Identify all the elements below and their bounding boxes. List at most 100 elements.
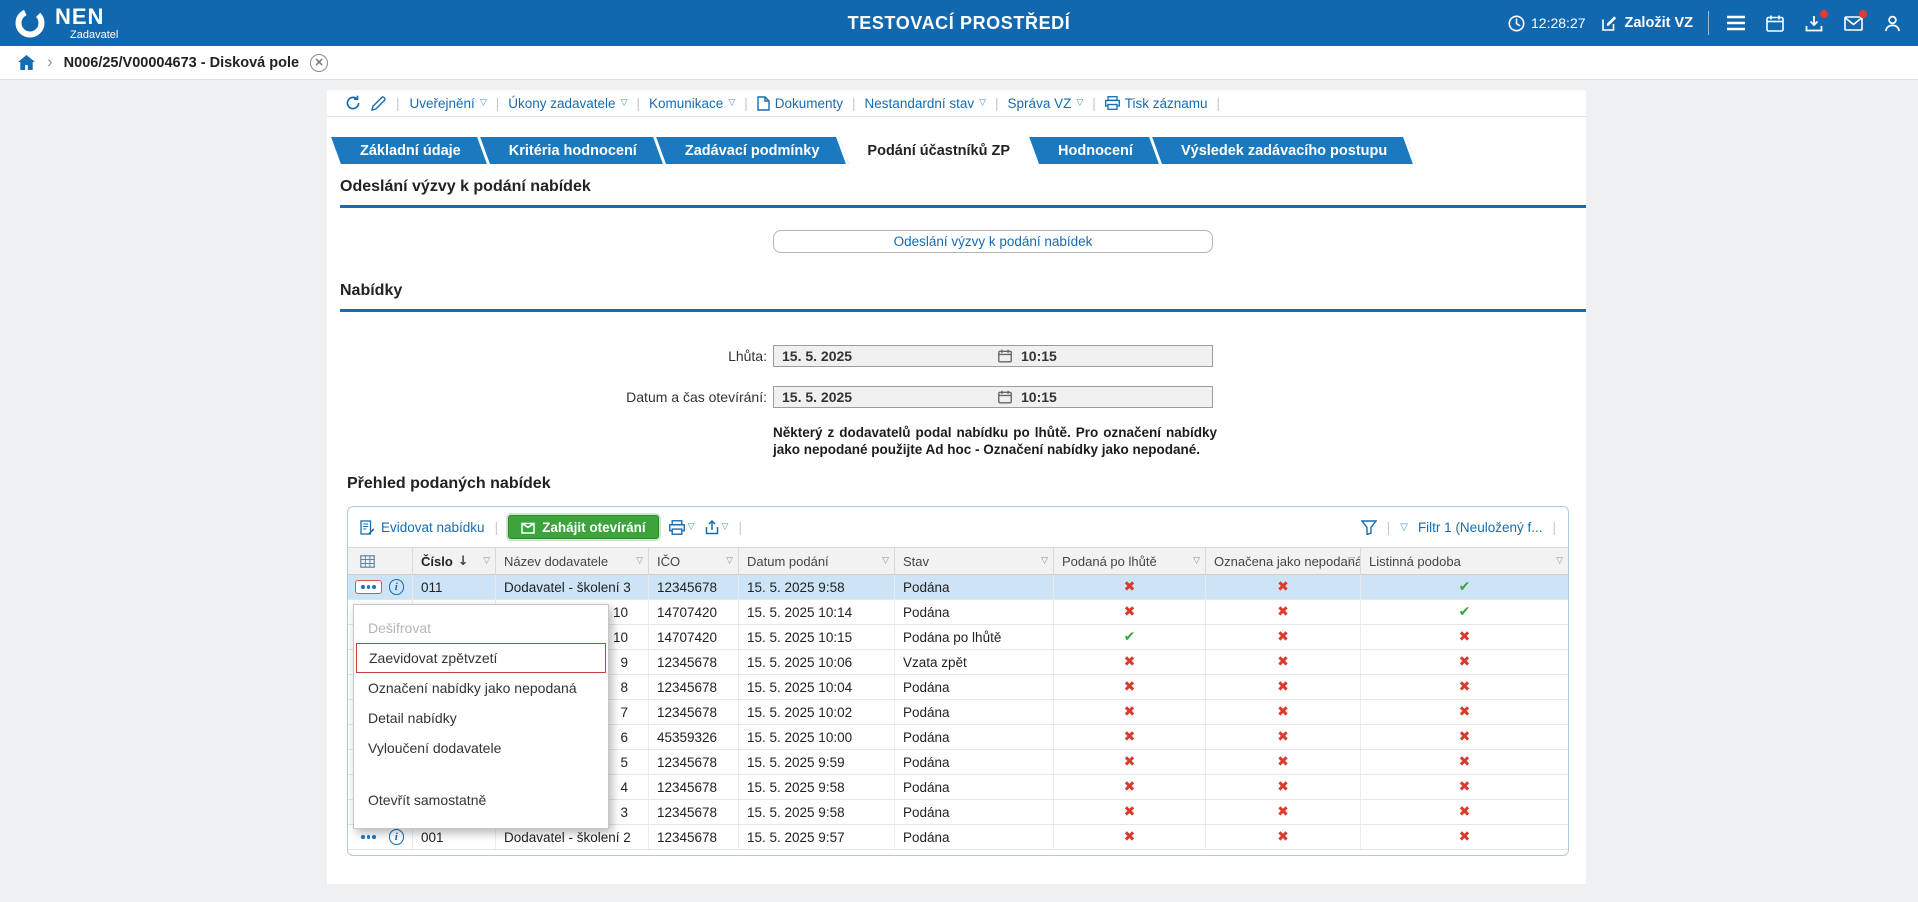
filter-triangle-icon[interactable]: ▽ (1041, 556, 1048, 566)
section-rule (340, 205, 1586, 208)
column-header-cislo[interactable]: Číslo↓▽ (413, 548, 496, 574)
filter-triangle-icon[interactable]: ▽ (1193, 556, 1200, 566)
home-icon[interactable] (17, 54, 36, 71)
column-header-stav[interactable]: Stav▽ (895, 548, 1054, 574)
column-header-ico[interactable]: IČO▽ (649, 548, 739, 574)
row-actions: i (348, 575, 413, 599)
filter-triangle-icon[interactable]: ▽ (1348, 556, 1355, 566)
menu-item-vylouceni-dodavatele[interactable]: Vyloučení dodavatele (354, 733, 608, 763)
cell-paper: ✖ (1361, 750, 1568, 774)
bids-table-header: Číslo↓▽Název dodavatele▽IČO▽Datum podání… (348, 547, 1568, 575)
cross-icon: ✖ (1277, 829, 1289, 845)
cell-ico: 12345678 (649, 825, 739, 849)
cross-icon: ✖ (1459, 654, 1471, 670)
cell-not-submitted: ✖ (1206, 575, 1361, 599)
cell-status: Podána (895, 825, 1054, 849)
print-menu-button[interactable]: ▽ (669, 520, 695, 535)
cross-icon: ✖ (1277, 654, 1289, 670)
tab-vysledek-zadavaciho-postupu[interactable]: Výsledek zadávacího postupu (1157, 137, 1411, 164)
action-tisk-zaznamu[interactable]: Tisk záznamu (1105, 96, 1208, 111)
info-icon[interactable]: i (389, 579, 405, 595)
menu-item-zaevidovat-zpetvzeti[interactable]: Zaevidovat zpětvzetí (356, 643, 606, 673)
menu-icon[interactable] (1724, 11, 1748, 35)
cell-late: ✔ (1054, 625, 1206, 649)
cell-late: ✖ (1054, 700, 1206, 724)
cell-date: 15. 5. 2025 10:14 (739, 600, 895, 624)
opening-field[interactable]: 15. 5. 2025 10:15 (773, 386, 1213, 408)
create-vz-button[interactable]: Založit VZ (1601, 15, 1693, 32)
cell-not-submitted: ✖ (1206, 600, 1361, 624)
send-invitation-button[interactable]: Odeslání výzvy k podání nabídek (773, 230, 1213, 253)
mail-icon[interactable] (1841, 11, 1865, 35)
export-menu-button[interactable]: ▽ (705, 520, 729, 535)
column-header-actions[interactable] (348, 548, 413, 574)
opening-date: 15. 5. 2025 (782, 389, 998, 405)
separator: | (495, 520, 499, 535)
separator: | (1552, 520, 1556, 535)
filter-triangle-icon[interactable]: ▽ (726, 556, 733, 566)
cell-paper: ✖ (1361, 675, 1568, 699)
separator: | (396, 96, 400, 111)
row-menu-icon[interactable] (355, 580, 382, 594)
start-opening-button[interactable]: Zahájit otevírání (508, 515, 659, 539)
cell-supplier: Dodavatel - školení 3 (496, 575, 649, 599)
action-dokumenty[interactable]: Dokumenty (757, 96, 843, 111)
breadcrumb-item[interactable]: N006/25/V00004673 - Disková pole (64, 55, 299, 71)
calendar-icon[interactable] (998, 390, 1012, 404)
download-icon[interactable] (1802, 11, 1826, 35)
menu-item-detail-nabidky[interactable]: Detail nabídky (354, 703, 608, 733)
filter-triangle-icon[interactable]: ▽ (882, 556, 889, 566)
tab-zakladni-udaje[interactable]: Základní údaje (336, 137, 485, 164)
info-icon[interactable]: i (389, 829, 405, 845)
cell-date: 15. 5. 2025 9:58 (739, 775, 895, 799)
cross-icon: ✖ (1277, 579, 1289, 595)
column-header-podana-po-lhute[interactable]: Podaná po lhůtě▽ (1054, 548, 1206, 574)
filter-triangle-icon[interactable]: ▽ (1556, 556, 1563, 566)
table-row[interactable]: i011Dodavatel - školení 31234567815. 5. … (348, 575, 1568, 600)
tab-podani-ucastniku-zp[interactable]: Podání účastníků ZP (843, 137, 1034, 164)
row-menu-icon[interactable] (355, 830, 382, 844)
column-header-datum-podani[interactable]: Datum podání▽ (739, 548, 895, 574)
section-rule (340, 309, 1586, 312)
action-nestandardni-stav[interactable]: Nestandardní stav▽ (865, 96, 986, 111)
calendar-icon[interactable] (998, 349, 1012, 363)
tab-zadavaci-podminky[interactable]: Zadávací podmínky (661, 137, 844, 164)
column-header-oznacena-jako-nepodana[interactable]: Označena jako nepodaná▽ (1206, 548, 1361, 574)
brand-name: NEN (55, 6, 118, 28)
action-uverejneni[interactable]: Uveřejnění▽ (410, 96, 487, 111)
register-bid-button[interactable]: Evidovat nabídku (360, 520, 485, 535)
menu-item-otevrit-samostatne[interactable]: Otevřít samostatně (354, 785, 608, 815)
user-icon[interactable] (1880, 11, 1904, 35)
cross-icon: ✖ (1459, 679, 1471, 695)
refresh-icon[interactable] (345, 95, 361, 111)
cross-icon: ✖ (1277, 704, 1289, 720)
menu-item-oznaceni-nabidky-jako-nepodana[interactable]: Označení nabídky jako nepodaná (354, 673, 608, 703)
brand-role: Zadavatel (70, 30, 118, 41)
filter-triangle-icon[interactable]: ▽ (636, 556, 643, 566)
column-header-nazev-dodavatele[interactable]: Název dodavatele▽ (496, 548, 649, 574)
pencil-icon[interactable] (371, 96, 386, 111)
table-toolbar: Evidovat nabídku | Zahájit otevírání ▽ (348, 507, 1568, 547)
active-filter-label[interactable]: Filtr 1 (Neuložený f... (1418, 520, 1543, 535)
cross-icon: ✖ (1124, 804, 1136, 820)
nen-logo[interactable]: NEN Zadavatel (14, 6, 118, 41)
cross-icon: ✖ (1124, 754, 1136, 770)
cell-status: Podána (895, 700, 1054, 724)
cell-date: 15. 5. 2025 10:06 (739, 650, 895, 674)
action-sprava-vz[interactable]: Správa VZ▽ (1008, 96, 1084, 111)
breadcrumb: › N006/25/V00004673 - Disková pole ✕ (0, 46, 1918, 80)
column-header-listinna-podoba[interactable]: Listinná podoba▽ (1361, 548, 1568, 574)
deadline-field[interactable]: 15. 5. 2025 10:15 (773, 345, 1213, 367)
filter-triangle-icon[interactable]: ▽ (483, 556, 490, 566)
cell-late: ✖ (1054, 750, 1206, 774)
filter-chevron-icon[interactable]: ▽ (1400, 522, 1408, 533)
filter-funnel-icon[interactable] (1361, 520, 1377, 535)
separator: | (1092, 96, 1096, 111)
action-ukony-zadavatele[interactable]: Úkony zadavatele▽ (508, 96, 627, 111)
calendar-icon[interactable] (1763, 11, 1787, 35)
opening-label: Datum a čas otevírání: (327, 389, 767, 405)
action-komunikace[interactable]: Komunikace▽ (649, 96, 735, 111)
tab-hodnoceni[interactable]: Hodnocení (1034, 137, 1157, 164)
close-record-icon[interactable]: ✕ (310, 54, 328, 72)
tab-kriteria-hodnoceni[interactable]: Kritéria hodnocení (485, 137, 661, 164)
